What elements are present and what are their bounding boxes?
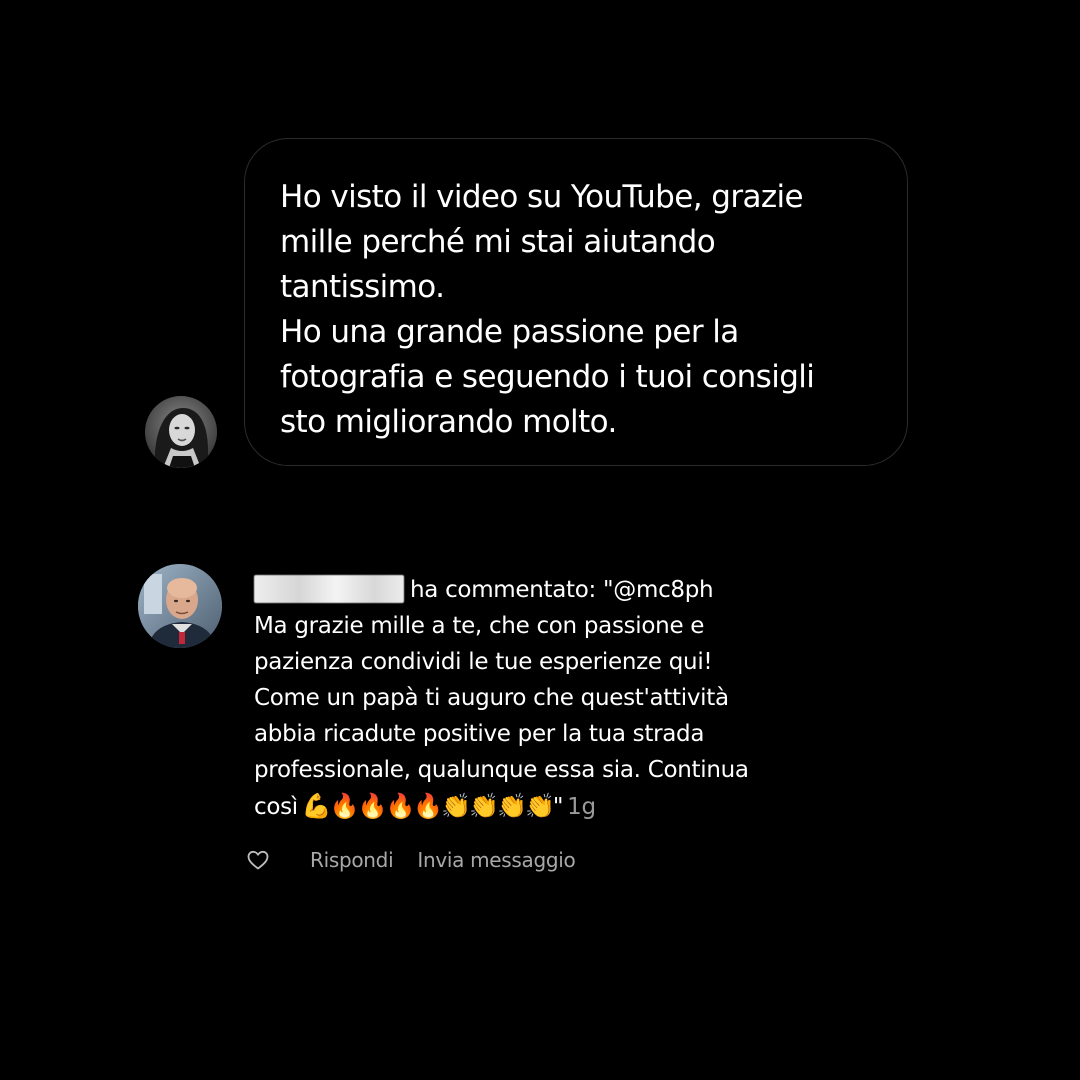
commenter-avatar[interactable] — [138, 564, 222, 648]
comment-header: ha commentato: "@mc8ph — [254, 572, 814, 608]
comment-text-line: Come un papà ti auguro che quest'attivit… — [254, 685, 729, 711]
message-text-line: Ho una grande passione per la — [280, 314, 739, 350]
sender-avatar[interactable] — [145, 396, 217, 468]
heart-outline-icon[interactable] — [246, 848, 270, 872]
comment-last-line: così 💪🔥🔥🔥🔥👏👏👏👏" 1g — [254, 788, 814, 825]
comment-text-line: professionale, qualunque essa sia. Conti… — [254, 757, 749, 783]
message-text-line: tantissimo. — [280, 269, 445, 305]
comment-body: ha commentato: "@mc8ph Ma grazie mille a… — [254, 572, 814, 825]
send-message-button[interactable]: Invia messaggio — [417, 848, 575, 872]
comment-text-line: abbia ricadute positive per la tua strad… — [254, 721, 705, 747]
comment-actions: Rispondi Invia messaggio — [246, 845, 576, 875]
sender-avatar-image — [145, 396, 217, 468]
closing-quote: " — [552, 794, 564, 820]
comment-age: 1g — [567, 794, 596, 820]
emoji-reactions: 💪🔥🔥🔥🔥👏👏👏👏 — [301, 792, 555, 820]
comment-action-text: ha commentato: "@mc8ph — [410, 577, 714, 603]
message-bubble: Ho visto il video su YouTube, grazie mil… — [244, 138, 908, 466]
commenter-avatar-image — [138, 564, 222, 648]
comment-text-line: Ma grazie mille a te, che con passione e — [254, 613, 705, 639]
comment-last-word: così — [254, 794, 298, 820]
message-text-line: Ho visto il video su YouTube, grazie — [280, 179, 804, 215]
redacted-username[interactable] — [254, 575, 404, 603]
message-text-line: mille perché mi stai aiutando — [280, 224, 716, 260]
message-text-line: fotografia e seguendo i tuoi consigli — [280, 359, 815, 395]
comment-text-line: pazienza condividi le tue esperienze qui… — [254, 649, 713, 675]
message-text-line: sto migliorando molto. — [280, 404, 617, 440]
reply-button[interactable]: Rispondi — [310, 848, 394, 872]
